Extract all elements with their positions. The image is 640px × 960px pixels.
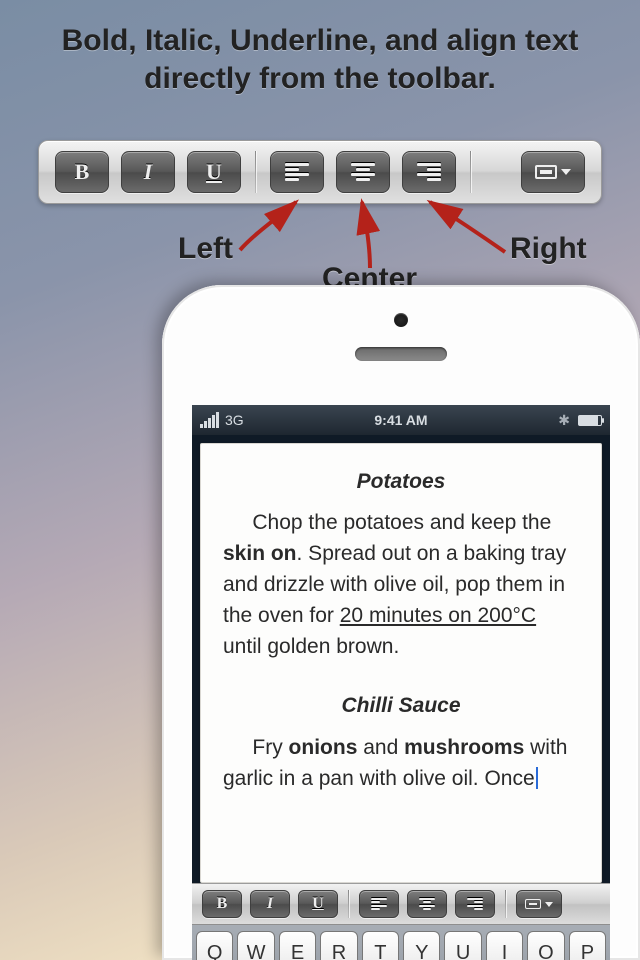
align-right-icon [467, 898, 483, 910]
paragraph: Chop the potatoes and keep the skin on. … [223, 507, 579, 662]
text-cursor [536, 767, 538, 789]
status-time: 9:41 AM [374, 412, 427, 428]
keyboard-toggle-button[interactable] [516, 890, 562, 918]
align-right-button[interactable] [455, 890, 495, 918]
align-center-icon [419, 898, 435, 910]
align-right-button[interactable] [402, 151, 456, 193]
key-u[interactable]: U [444, 931, 481, 960]
keyboard-toggle-button[interactable] [521, 151, 585, 193]
toolbar-divider [470, 151, 471, 193]
key-e[interactable]: E [279, 931, 316, 960]
annotation-right-label: Right [510, 232, 587, 266]
align-center-button[interactable] [407, 890, 447, 918]
toolbar-divider [348, 890, 349, 918]
key-t[interactable]: T [362, 931, 399, 960]
bluetooth-icon: ✱ [558, 412, 570, 429]
signal-icon [200, 412, 219, 428]
formatting-toolbar: B I U [192, 883, 610, 925]
key-p[interactable]: P [569, 931, 606, 960]
phone-camera [394, 313, 408, 327]
status-bar: 3G 9:41 AM ✱ [192, 405, 610, 435]
key-i[interactable]: I [486, 931, 523, 960]
italic-button[interactable]: I [250, 890, 290, 918]
battery-icon [578, 415, 602, 426]
onscreen-keyboard[interactable]: QWERTYUIOP [192, 925, 610, 960]
italic-button[interactable]: I [121, 151, 175, 193]
key-y[interactable]: Y [403, 931, 440, 960]
paragraph: Fry onions and mushrooms with garlic in … [223, 732, 579, 794]
align-left-button[interactable] [359, 890, 399, 918]
align-center-button[interactable] [336, 151, 390, 193]
chevron-down-icon [561, 169, 571, 175]
formatting-toolbar-enlarged: B I U [38, 140, 602, 204]
key-r[interactable]: R [320, 931, 357, 960]
keyboard-icon [525, 899, 541, 909]
bold-button[interactable]: B [202, 890, 242, 918]
toolbar-divider [255, 151, 256, 193]
document-editor[interactable]: Potatoes Chop the potatoes and keep the … [200, 443, 602, 883]
key-q[interactable]: Q [196, 931, 233, 960]
align-left-icon [285, 163, 309, 181]
align-left-icon [371, 898, 387, 910]
key-o[interactable]: O [527, 931, 564, 960]
keyboard-icon [535, 165, 557, 179]
align-right-icon [417, 163, 441, 181]
iphone-mockup: 3G 9:41 AM ✱ Potatoes Chop the potatoes … [162, 285, 640, 960]
promo-headline: Bold, Italic, Underline, and align text … [0, 0, 640, 97]
key-w[interactable]: W [237, 931, 274, 960]
align-left-button[interactable] [270, 151, 324, 193]
chevron-down-icon [545, 902, 553, 907]
section-heading: Chilli Sauce [223, 690, 579, 721]
underline-button[interactable]: U [298, 890, 338, 918]
bold-button[interactable]: B [55, 151, 109, 193]
annotation-left-label: Left [178, 232, 233, 266]
section-heading: Potatoes [223, 466, 579, 497]
phone-earpiece [355, 347, 447, 361]
carrier-label: 3G [225, 412, 244, 428]
phone-screen: 3G 9:41 AM ✱ Potatoes Chop the potatoes … [192, 405, 610, 960]
align-center-icon [351, 163, 375, 181]
underline-button[interactable]: U [187, 151, 241, 193]
toolbar-divider [505, 890, 506, 918]
